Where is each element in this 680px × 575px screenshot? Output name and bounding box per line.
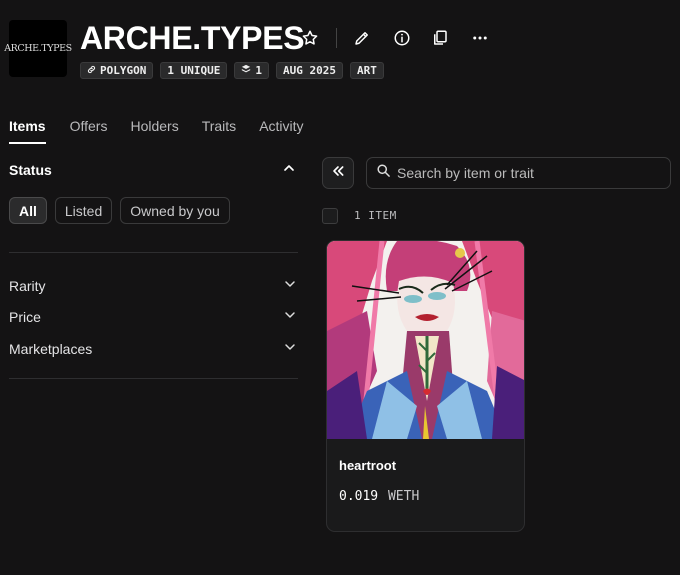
- filter-label: Price: [9, 308, 41, 325]
- badge-label: 1: [255, 64, 262, 77]
- tab-offers[interactable]: Offers: [70, 118, 108, 144]
- item-price: 0.019 WETH: [339, 489, 419, 504]
- supply-badge: 1: [234, 62, 269, 79]
- date-badge: AUG 2025: [275, 62, 343, 79]
- status-heading: Status: [9, 162, 52, 178]
- header-divider: [336, 28, 337, 48]
- tab-traits[interactable]: Traits: [202, 118, 236, 144]
- more-icon[interactable]: [467, 25, 493, 51]
- search-icon: [376, 163, 391, 183]
- layers-icon: [241, 64, 251, 77]
- pencil-icon[interactable]: [349, 25, 375, 51]
- search-input[interactable]: [397, 165, 657, 181]
- select-all-checkbox[interactable]: [322, 208, 338, 224]
- item-image: [327, 241, 524, 439]
- status-owned-button[interactable]: Owned by you: [120, 197, 230, 224]
- badge-label: ART: [356, 64, 377, 77]
- chevron-down-icon: [282, 339, 298, 358]
- tab-activity[interactable]: Activity: [259, 118, 303, 144]
- filter-label: Marketplaces: [9, 340, 93, 357]
- unique-badge: 1 UNIQUE: [160, 62, 228, 79]
- collection-badges: POLYGON 1 UNIQUE 1 AUG 2025 ART: [80, 62, 384, 79]
- chevron-up-icon[interactable]: [281, 160, 297, 181]
- status-filter-options: All Listed Owned by you: [9, 197, 230, 224]
- price-currency: WETH: [387, 489, 420, 504]
- badge-label: 1 UNIQUE: [167, 64, 221, 77]
- chevron-down-icon: [282, 307, 298, 326]
- filter-price[interactable]: Price: [9, 307, 298, 326]
- filter-marketplaces[interactable]: Marketplaces: [9, 339, 298, 358]
- item-count: 1 ITEM: [354, 209, 397, 222]
- price-value: 0.019: [339, 489, 379, 504]
- chain-badge: POLYGON: [80, 62, 154, 79]
- copy-icon[interactable]: [427, 25, 453, 51]
- tab-holders[interactable]: Holders: [130, 118, 178, 144]
- filter-divider: [9, 378, 298, 379]
- collection-tabs: Items Offers Holders Traits Activity: [9, 118, 327, 144]
- filter-divider: [9, 252, 298, 253]
- collapse-filters-button[interactable]: [322, 157, 354, 189]
- link-icon: [87, 64, 96, 77]
- info-icon[interactable]: [389, 25, 415, 51]
- star-icon[interactable]: [297, 25, 323, 51]
- status-listed-button[interactable]: Listed: [54, 197, 113, 224]
- filter-rarity[interactable]: Rarity: [9, 276, 298, 295]
- status-all-button[interactable]: All: [9, 197, 47, 224]
- badge-label: AUG 2025: [282, 64, 336, 77]
- item-card[interactable]: heartroot 0.019 WETH: [326, 240, 525, 532]
- chevron-down-icon: [282, 276, 298, 295]
- filter-label: Rarity: [9, 277, 46, 294]
- category-badge: ART: [349, 62, 384, 79]
- badge-label: POLYGON: [100, 64, 147, 77]
- search-bar: [366, 157, 671, 189]
- double-chevron-left-icon: [330, 163, 346, 184]
- item-name: heartroot: [339, 458, 397, 473]
- tab-items[interactable]: Items: [9, 118, 46, 144]
